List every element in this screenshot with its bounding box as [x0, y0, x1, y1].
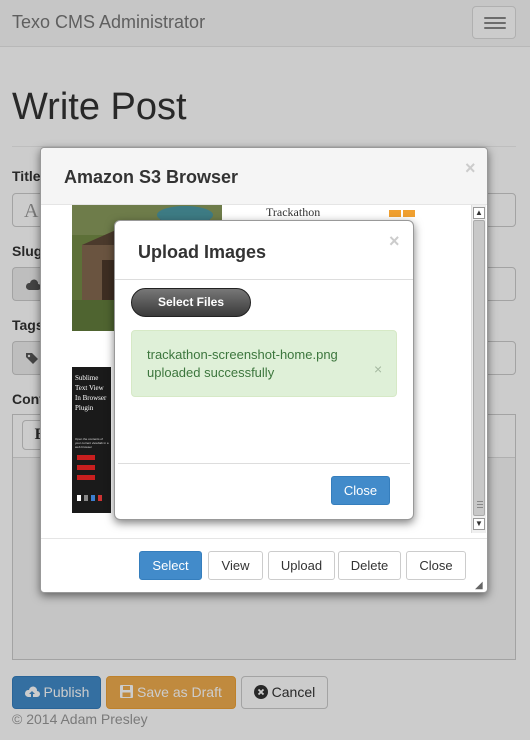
upload-close-button[interactable]: Close	[331, 476, 390, 505]
alert-close-icon[interactable]: ×	[374, 361, 382, 377]
select-button[interactable]: Select	[139, 551, 202, 580]
view-button[interactable]: View	[208, 551, 263, 580]
upload-button[interactable]: Upload	[268, 551, 335, 580]
select-files-button[interactable]: Select Files	[131, 288, 251, 317]
sublime-small-text: Open the contents of your current view/t…	[75, 437, 109, 449]
uploaded-filename: trackathon-screenshot-home.png	[147, 347, 338, 362]
s3-browser-header: Amazon S3 Browser ×	[41, 148, 487, 205]
upload-status-message: uploaded successfully	[147, 365, 275, 380]
s3-browser-title: Amazon S3 Browser	[64, 167, 239, 187]
s3-footer-divider	[41, 538, 487, 539]
s3-browser-close-x[interactable]: ×	[465, 158, 476, 179]
thumbnail-sublime[interactable]: Sublime Text View In Browser Plugin Open…	[72, 367, 111, 513]
upload-title: Upload Images	[138, 242, 267, 262]
scroll-up-icon[interactable]: ▲	[473, 207, 485, 219]
upload-success-alert: trackathon-screenshot-home.png uploaded …	[131, 330, 397, 397]
scroll-down-icon[interactable]: ▼	[473, 518, 485, 530]
s3-scrollbar[interactable]: ▲ ▼	[471, 205, 486, 533]
resize-grip-icon[interactable]: ◢	[475, 580, 483, 591]
upload-header-divider	[115, 279, 413, 280]
delete-button[interactable]: Delete	[338, 551, 401, 580]
s3-close-button[interactable]: Close	[406, 551, 466, 580]
upload-footer-divider	[118, 463, 410, 464]
trackathon-caption: Trackathon	[266, 205, 321, 219]
sublime-caption: Sublime Text View In Browser Plugin	[75, 374, 107, 412]
scroll-thumb[interactable]	[473, 220, 485, 516]
upload-images-modal: Upload Images × Select Files trackathon-…	[114, 220, 414, 520]
upload-close-x[interactable]: ×	[389, 231, 400, 252]
